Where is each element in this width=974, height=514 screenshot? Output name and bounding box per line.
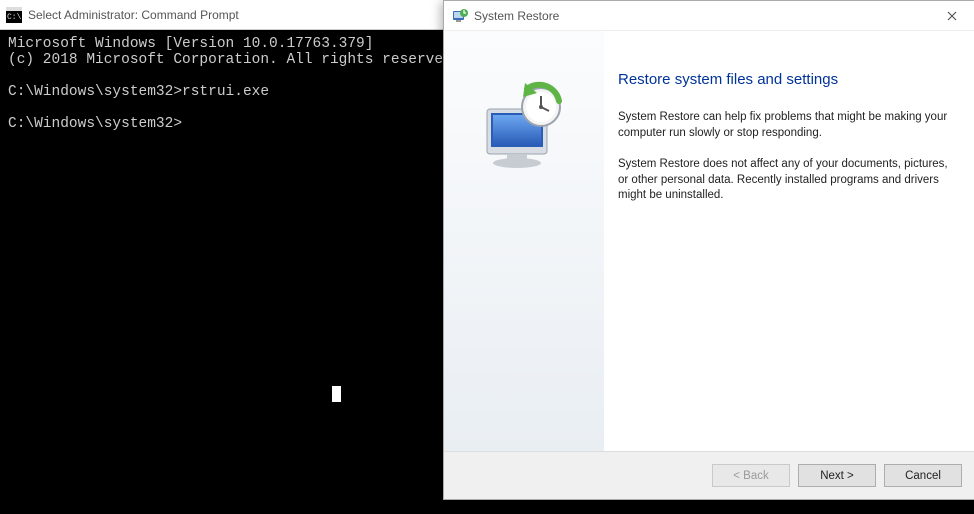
cmd-line: Microsoft Windows [Version 10.0.17763.37… [8,36,373,52]
next-button[interactable]: Next > [798,464,876,487]
system-restore-icon [452,8,468,24]
restore-content: Restore system files and settings System… [444,31,974,451]
cmd-line: (c) 2018 Microsoft Corporation. All righ… [8,52,460,68]
cmd-line: C:\Windows\system32>rstrui.exe [8,84,269,100]
cmd-line: C:\Windows\system32> [8,116,182,132]
restore-titlebar[interactable]: System Restore [444,1,974,31]
cmd-title-text: Select Administrator: Command Prompt [28,8,239,22]
back-button: < Back [712,464,790,487]
restore-title-text: System Restore [474,9,559,23]
system-restore-dialog: System Restore [443,0,974,500]
monitor-clock-icon [469,79,579,184]
restore-heading: Restore system files and settings [618,71,948,88]
restore-paragraph: System Restore does not affect any of yo… [618,157,948,204]
restore-paragraph: System Restore can help fix problems tha… [618,110,948,141]
close-button[interactable] [929,1,974,31]
cmd-icon: C:\ [6,7,22,23]
restore-footer: < Back Next > Cancel [444,451,974,499]
restore-right-panel: Restore system files and settings System… [604,31,974,451]
svg-text:C:\: C:\ [7,13,22,22]
cmd-cursor [332,386,341,402]
restore-left-panel [444,31,604,451]
cancel-button[interactable]: Cancel [884,464,962,487]
